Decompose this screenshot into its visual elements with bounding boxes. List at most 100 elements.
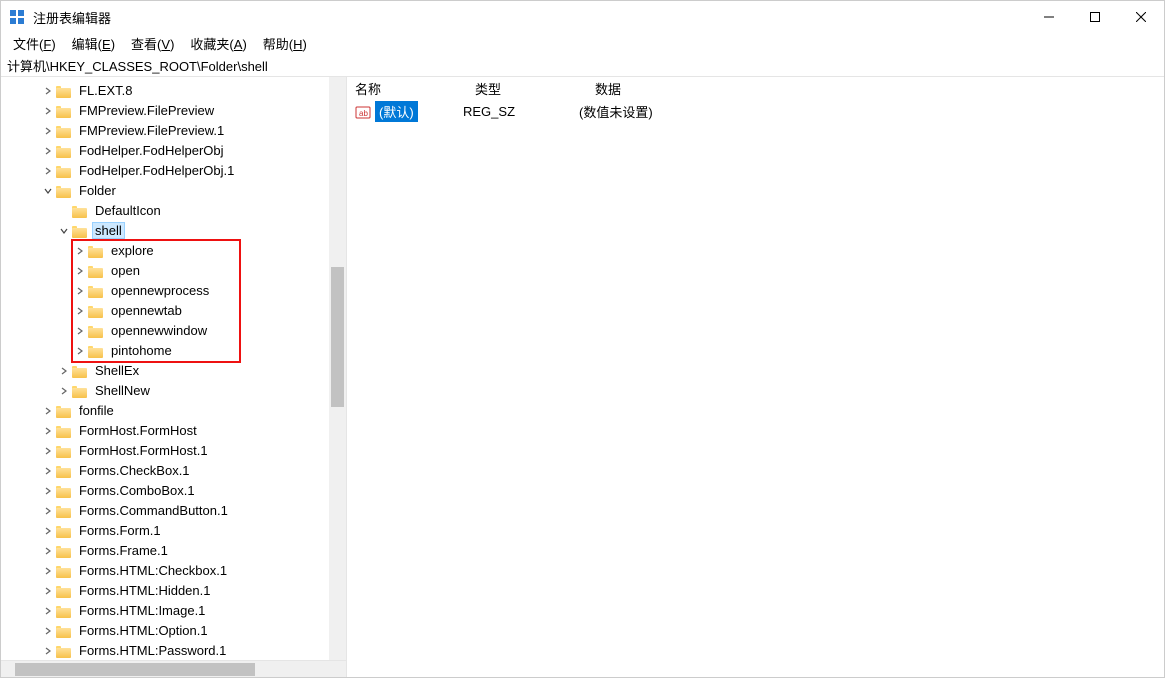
- tree-item[interactable]: open: [1, 261, 346, 281]
- chevron-right-icon[interactable]: [41, 104, 55, 118]
- horizontal-scrollbar[interactable]: [1, 660, 346, 677]
- minimize-button[interactable]: [1026, 1, 1072, 33]
- folder-icon: [88, 284, 104, 298]
- chevron-right-icon[interactable]: [73, 304, 87, 318]
- maximize-button[interactable]: [1072, 1, 1118, 33]
- values-header[interactable]: 名称 类型 数据: [347, 77, 1164, 101]
- tree-item[interactable]: Forms.HTML:Hidden.1: [1, 581, 346, 601]
- chevron-right-icon[interactable]: [41, 504, 55, 518]
- scrollbar-thumb[interactable]: [15, 663, 255, 676]
- folder-icon: [56, 104, 72, 118]
- chevron-right-icon[interactable]: [73, 324, 87, 338]
- chevron-right-icon[interactable]: [41, 464, 55, 478]
- folder-icon: [56, 624, 72, 638]
- titlebar[interactable]: 注册表编辑器: [1, 1, 1164, 33]
- tree-item[interactable]: FMPreview.FilePreview: [1, 101, 346, 121]
- tree-item-label: opennewwindow: [108, 322, 210, 339]
- tree-item[interactable]: fonfile: [1, 401, 346, 421]
- folder-icon: [88, 264, 104, 278]
- chevron-right-icon[interactable]: [41, 644, 55, 658]
- chevron-right-icon[interactable]: [57, 384, 71, 398]
- tree-item-label: explore: [108, 242, 157, 259]
- tree-item[interactable]: Forms.HTML:Option.1: [1, 621, 346, 641]
- chevron-right-icon[interactable]: [73, 244, 87, 258]
- chevron-down-icon[interactable]: [57, 224, 71, 238]
- chevron-right-icon[interactable]: [73, 344, 87, 358]
- tree-item[interactable]: FL.EXT.8: [1, 81, 346, 101]
- tree-item[interactable]: Forms.Frame.1: [1, 541, 346, 561]
- tree-item[interactable]: Folder: [1, 181, 346, 201]
- chevron-right-icon[interactable]: [57, 364, 71, 378]
- app-icon: [9, 9, 25, 25]
- tree-item[interactable]: Forms.ComboBox.1: [1, 481, 346, 501]
- tree-pane: FL.EXT.8 FMPreview.FilePreviewFMPreview.F…: [1, 77, 347, 677]
- menu-help[interactable]: 帮助(H): [255, 33, 315, 54]
- chevron-right-icon[interactable]: [41, 564, 55, 578]
- address-text: 计算机\HKEY_CLASSES_ROOT\Folder\shell: [7, 56, 268, 75]
- tree-item[interactable]: Forms.HTML:Image.1: [1, 601, 346, 621]
- chevron-right-icon[interactable]: [41, 584, 55, 598]
- folder-icon: [72, 224, 88, 238]
- tree-item-label: Folder: [76, 182, 119, 199]
- chevron-right-icon[interactable]: [41, 124, 55, 138]
- chevron-right-icon[interactable]: [41, 84, 55, 98]
- tree-item-label: FodHelper.FodHelperObj: [76, 142, 227, 159]
- tree-item[interactable]: ShellNew: [1, 381, 346, 401]
- tree-item-label: FL.EXT.8: [76, 82, 135, 99]
- vertical-scrollbar[interactable]: [329, 77, 346, 660]
- menu-edit[interactable]: 编辑(E): [64, 33, 123, 54]
- folder-icon: [88, 304, 104, 318]
- tree-item[interactable]: FormHost.FormHost.1: [1, 441, 346, 461]
- menu-favorites[interactable]: 收藏夹(A): [182, 33, 254, 54]
- tree-item[interactable]: Forms.CheckBox.1: [1, 461, 346, 481]
- chevron-right-icon[interactable]: [41, 604, 55, 618]
- chevron-right-icon[interactable]: [41, 484, 55, 498]
- tree-item[interactable]: pintohome: [1, 341, 346, 361]
- tree-item[interactable]: shell: [1, 221, 346, 241]
- tree-item[interactable]: opennewwindow: [1, 321, 346, 341]
- tree-item[interactable]: Forms.HTML:Password.1: [1, 641, 346, 660]
- scrollbar-thumb[interactable]: [331, 267, 344, 407]
- tree-item[interactable]: Forms.CommandButton.1: [1, 501, 346, 521]
- tree-item[interactable]: FodHelper.FodHelperObj.1: [1, 161, 346, 181]
- value-row[interactable]: ab(默认)REG_SZ(数值未设置): [347, 101, 1164, 123]
- window-title: 注册表编辑器: [33, 8, 111, 27]
- tree-item[interactable]: ShellEx: [1, 361, 346, 381]
- tree-item[interactable]: Forms.Form.1: [1, 521, 346, 541]
- registry-tree[interactable]: FL.EXT.8 FMPreview.FilePreviewFMPreview.F…: [1, 77, 346, 660]
- tree-item-label: Forms.HTML:Option.1: [76, 622, 211, 639]
- chevron-right-icon[interactable]: [41, 424, 55, 438]
- chevron-right-icon[interactable]: [41, 624, 55, 638]
- tree-item[interactable]: Forms.HTML:Checkbox.1: [1, 561, 346, 581]
- tree-item-label: Forms.Frame.1: [76, 542, 171, 559]
- tree-item[interactable]: opennewprocess: [1, 281, 346, 301]
- tree-item[interactable]: opennewtab: [1, 301, 346, 321]
- tree-item[interactable]: FMPreview.FilePreview.1: [1, 121, 346, 141]
- col-type[interactable]: 类型: [467, 76, 587, 101]
- menu-file[interactable]: 文件(F): [5, 33, 64, 54]
- tree-item[interactable]: FodHelper.FodHelperObj: [1, 141, 346, 161]
- tree-item[interactable]: FormHost.FormHost: [1, 421, 346, 441]
- chevron-right-icon[interactable]: [41, 544, 55, 558]
- chevron-right-icon[interactable]: [41, 444, 55, 458]
- close-button[interactable]: [1118, 1, 1164, 33]
- chevron-right-icon[interactable]: [73, 284, 87, 298]
- values-list[interactable]: ab(默认)REG_SZ(数值未设置): [347, 101, 1164, 123]
- folder-icon: [56, 424, 72, 438]
- chevron-down-icon[interactable]: [41, 184, 55, 198]
- col-name[interactable]: 名称: [347, 76, 467, 101]
- body: FL.EXT.8 FMPreview.FilePreviewFMPreview.F…: [1, 77, 1164, 677]
- col-data[interactable]: 数据: [587, 76, 1164, 101]
- menubar: 文件(F) 编辑(E) 查看(V) 收藏夹(A) 帮助(H): [1, 33, 1164, 55]
- chevron-right-icon[interactable]: [41, 404, 55, 418]
- chevron-right-icon[interactable]: [41, 164, 55, 178]
- chevron-right-icon[interactable]: [73, 264, 87, 278]
- tree-item-label: ShellNew: [92, 382, 153, 399]
- tree-item[interactable]: DefaultIcon: [1, 201, 346, 221]
- address-bar[interactable]: 计算机\HKEY_CLASSES_ROOT\Folder\shell: [1, 55, 1164, 77]
- chevron-right-icon[interactable]: [41, 524, 55, 538]
- chevron-right-icon[interactable]: [41, 144, 55, 158]
- menu-view[interactable]: 查看(V): [123, 33, 182, 54]
- tree-scroll[interactable]: FL.EXT.8 FMPreview.FilePreviewFMPreview.F…: [1, 77, 346, 660]
- tree-item[interactable]: explore: [1, 241, 346, 261]
